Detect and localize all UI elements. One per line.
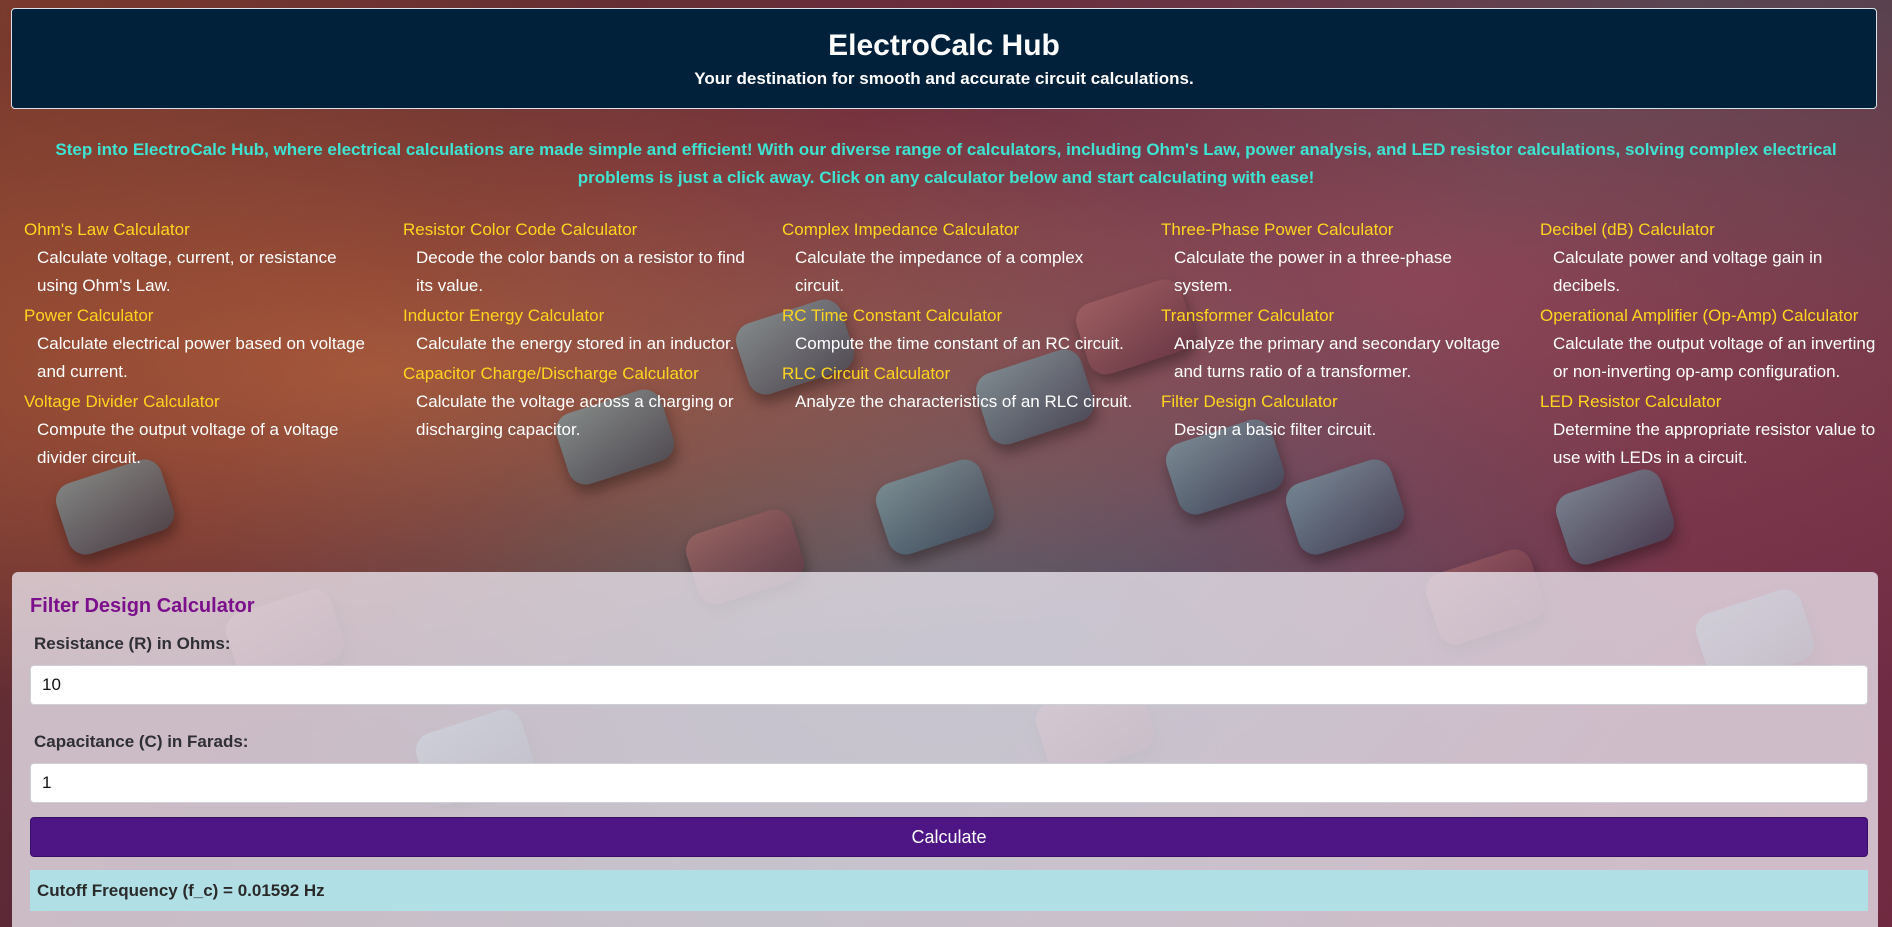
calculator-link-resistor-color-code[interactable]: Resistor Color Code Calculator (403, 218, 782, 242)
calculator-item: Ohm's Law Calculator Calculate voltage, … (24, 218, 403, 300)
filter-design-panel: Filter Design Calculator Resistance (R) … (12, 572, 1878, 927)
calculator-link-complex-impedance[interactable]: Complex Impedance Calculator (782, 218, 1161, 242)
calculator-item: Power Calculator Calculate electrical po… (24, 304, 403, 386)
site-header: ElectroCalc Hub Your destination for smo… (11, 8, 1877, 109)
calculator-item: Decibel (dB) Calculator Calculate power … (1540, 218, 1892, 300)
calculator-item: Filter Design Calculator Design a basic … (1161, 390, 1540, 444)
calculator-link-led-resistor[interactable]: LED Resistor Calculator (1540, 390, 1892, 414)
calculator-description: Analyze the characteristics of an RLC ci… (795, 392, 1133, 411)
calculator-column-3: Complex Impedance Calculator Calculate t… (782, 218, 1161, 476)
calculator-description: Decode the color bands on a resistor to … (416, 248, 745, 295)
calculator-description: Calculate electrical power based on volt… (37, 334, 365, 381)
calculator-item: Complex Impedance Calculator Calculate t… (782, 218, 1161, 300)
panel-title: Filter Design Calculator (30, 595, 255, 617)
calculator-grid: Ohm's Law Calculator Calculate voltage, … (24, 218, 1875, 476)
calculator-item: Three-Phase Power Calculator Calculate t… (1161, 218, 1540, 300)
calculator-link-ohms-law[interactable]: Ohm's Law Calculator (24, 218, 403, 242)
site-subtitle: Your destination for smooth and accurate… (694, 69, 1194, 88)
calculator-link-inductor-energy[interactable]: Inductor Energy Calculator (403, 304, 782, 328)
calculator-item: LED Resistor Calculator Determine the ap… (1540, 390, 1892, 472)
calculator-description: Calculate the voltage across a charging … (416, 392, 734, 439)
calculator-description: Design a basic filter circuit. (1174, 420, 1377, 439)
calculator-description: Calculate the output voltage of an inver… (1553, 334, 1876, 381)
calculator-item: Resistor Color Code Calculator Decode th… (403, 218, 782, 300)
calculator-link-rlc-circuit[interactable]: RLC Circuit Calculator (782, 362, 1161, 386)
calculator-item: Voltage Divider Calculator Compute the o… (24, 390, 403, 472)
calculator-description: Calculate the impedance of a complex cir… (795, 248, 1084, 295)
capacitance-input[interactable] (30, 763, 1868, 803)
calculator-description: Calculate the energy stored in an induct… (416, 334, 735, 353)
capacitance-label: Capacitance (C) in Farads: (34, 732, 249, 751)
result-output: Cutoff Frequency (f_c) = 0.01592 Hz (30, 870, 1868, 911)
calculator-item: Inductor Energy Calculator Calculate the… (403, 304, 782, 358)
calculator-description: Compute the output voltage of a voltage … (37, 420, 339, 467)
calculator-column-4: Three-Phase Power Calculator Calculate t… (1161, 218, 1540, 476)
calculator-item: Capacitor Charge/Discharge Calculator Ca… (403, 362, 782, 444)
calculator-link-filter-design[interactable]: Filter Design Calculator (1161, 390, 1540, 414)
resistance-input[interactable] (30, 665, 1868, 705)
site-title: ElectroCalc Hub (828, 29, 1060, 62)
calculator-column-2: Resistor Color Code Calculator Decode th… (403, 218, 782, 476)
calculator-column-1: Ohm's Law Calculator Calculate voltage, … (24, 218, 403, 476)
calculator-link-three-phase-power[interactable]: Three-Phase Power Calculator (1161, 218, 1540, 242)
calculator-description: Calculate voltage, current, or resistanc… (37, 248, 337, 295)
calculator-description: Calculate power and voltage gain in deci… (1553, 248, 1823, 295)
calculator-description: Analyze the primary and secondary voltag… (1174, 334, 1501, 381)
calculator-link-op-amp[interactable]: Operational Amplifier (Op-Amp) Calculato… (1540, 304, 1892, 328)
calculator-link-capacitor-charge[interactable]: Capacitor Charge/Discharge Calculator (403, 362, 782, 386)
intro-text: Step into ElectroCalc Hub, where electri… (55, 140, 1837, 187)
calculator-column-5: Decibel (dB) Calculator Calculate power … (1540, 218, 1892, 476)
calculator-link-voltage-divider[interactable]: Voltage Divider Calculator (24, 390, 403, 414)
calculator-link-power[interactable]: Power Calculator (24, 304, 403, 328)
calculator-link-decibel[interactable]: Decibel (dB) Calculator (1540, 218, 1892, 242)
calculator-description: Compute the time constant of an RC circu… (795, 334, 1124, 353)
calculator-description: Determine the appropriate resistor value… (1553, 420, 1876, 467)
calculator-link-transformer[interactable]: Transformer Calculator (1161, 304, 1540, 328)
calculator-item: RC Time Constant Calculator Compute the … (782, 304, 1161, 358)
calculator-item: Transformer Calculator Analyze the prima… (1161, 304, 1540, 386)
calculator-link-rc-time-constant[interactable]: RC Time Constant Calculator (782, 304, 1161, 328)
calculator-item: RLC Circuit Calculator Analyze the chara… (782, 362, 1161, 416)
resistance-label: Resistance (R) in Ohms: (34, 634, 231, 653)
calculator-description: Calculate the power in a three-phase sys… (1174, 248, 1452, 295)
calculate-button[interactable]: Calculate (30, 817, 1868, 857)
calculator-item: Operational Amplifier (Op-Amp) Calculato… (1540, 304, 1892, 386)
